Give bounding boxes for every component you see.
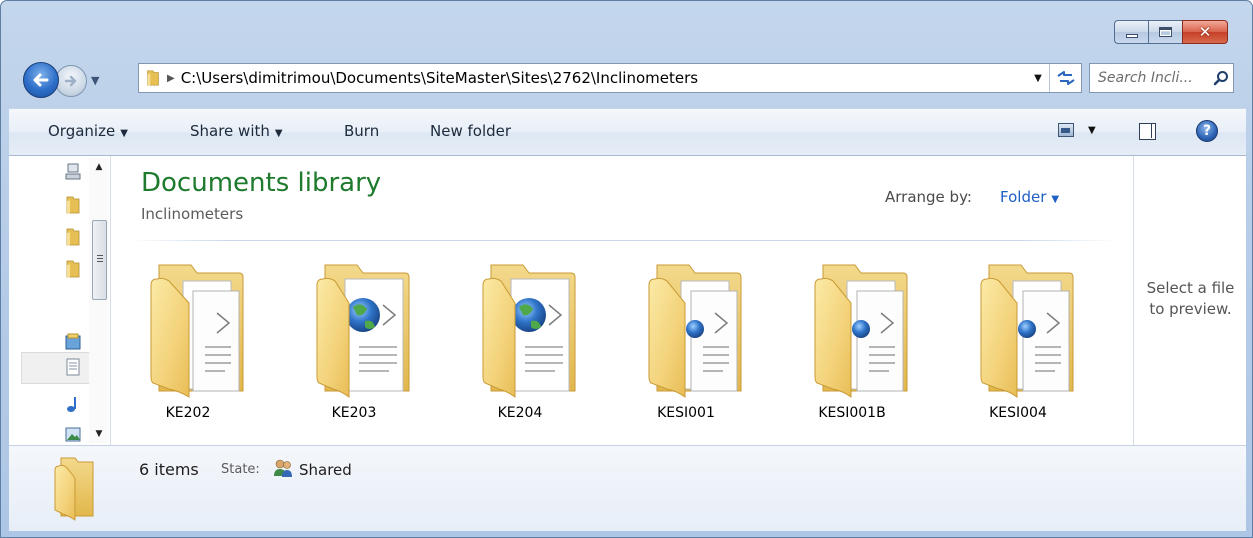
command-bar: Organize ▼ Share with ▼ Burn New folder ▼ … [9,108,1246,156]
help-icon[interactable]: ? [1196,120,1218,142]
folder-documents-icon [943,251,1093,401]
close-button[interactable]: ✕ [1182,20,1228,44]
folder-icon [145,69,161,87]
preview-pane: Select a file to preview. [1133,156,1246,445]
folder-documents-icon [113,251,263,401]
music-icon[interactable] [65,394,81,414]
chevron-down-icon: ▼ [1051,194,1060,205]
maximize-button[interactable] [1148,20,1182,44]
minimize-icon [1125,34,1138,38]
item-count: 6 items [139,460,199,479]
arrow-left-icon [33,73,49,87]
folder-item-ke204[interactable]: KE204 [445,251,595,431]
computer-icon[interactable] [65,162,81,182]
folder-label: KE203 [331,405,377,421]
search-input[interactable] [1090,70,1209,86]
views-icon [1058,123,1074,137]
library-title: Documents library [141,168,382,198]
chevron-down-icon: ▼ [274,128,283,139]
organize-label: Organize [48,122,116,140]
folder-documents-icon [611,251,761,401]
folder-label: KE202 [165,405,211,421]
library-subtitle: Inclinometers [141,205,244,223]
burn-button[interactable]: Burn [344,122,379,140]
preview-message-line-2: to preview. [1149,300,1232,318]
folder-label: KESI004 [989,405,1047,421]
back-button[interactable] [23,62,59,98]
folder-icon[interactable] [65,259,81,279]
arrange-by-value: Folder [1000,188,1047,206]
divider [129,240,1119,241]
chevron-down-icon[interactable]: ▼ [1088,125,1096,136]
folder-item-ke202[interactable]: KE202 [113,251,263,431]
explorer-window: ✕ ▼ ▶ C:\Users\dimitrimou\Documents\Site… [0,0,1253,538]
libraries-icon[interactable] [65,332,81,352]
preview-message-line-1: Select a file [1146,279,1235,297]
documents-icon[interactable] [65,357,81,377]
minimize-button[interactable] [1114,20,1148,44]
address-bar[interactable]: ▶ C:\Users\dimitrimou\Documents\SiteMast… [138,63,1082,93]
forward-button[interactable] [55,65,87,97]
preview-pane-icon[interactable] [1139,123,1156,140]
navigation-buttons: ▼ [23,60,135,100]
address-history-dropdown[interactable]: ▼ [1027,73,1049,84]
refresh-icon [1056,71,1075,85]
chevron-down-icon[interactable]: ▼ [91,74,99,87]
arrange-by-dropdown[interactable]: Folder ▼ [1000,188,1059,206]
folder-label: KESI001B [818,405,886,421]
share-with-label: Share with [190,122,270,140]
scroll-thumb[interactable] [92,220,107,300]
folder-item-kesi001[interactable]: KESI001 [611,251,761,431]
folder-item-ke203[interactable]: KE203 [279,251,429,431]
chevron-down-icon: ▼ [120,128,128,139]
close-icon: ✕ [1198,23,1212,41]
folder-item-kesi004[interactable]: KESI004 [943,251,1093,431]
navigation-pane: ▲ ▼ [9,156,111,445]
organize-button[interactable]: Organize ▼ [48,122,128,140]
address-path[interactable]: C:\Users\dimitrimou\Documents\SiteMaster… [181,69,1027,87]
folder-documents-icon [777,251,927,401]
folder-label: KE204 [497,405,543,421]
folder-icon [54,457,94,521]
folder-web-icon [445,251,595,401]
grip-icon [97,255,103,262]
details-pane: 6 items State: Shared [9,445,1246,531]
caption-buttons: ✕ [1114,20,1228,44]
preview-message: Select a file to preview. [1134,278,1247,320]
shared-users-icon [274,459,292,477]
share-with-button[interactable]: Share with ▼ [190,122,283,140]
arrange-by-label: Arrange by: [885,188,972,206]
search-icon[interactable] [1209,70,1233,86]
change-view-button[interactable]: ▼ [1058,123,1096,137]
new-folder-button[interactable]: New folder [430,122,511,140]
folder-icon[interactable] [65,195,81,215]
pictures-icon[interactable] [65,424,81,444]
scroll-up-icon[interactable]: ▲ [89,158,109,176]
folder-label: KESI001 [657,405,715,421]
state-label: State: [221,462,260,477]
arrow-right-icon [64,75,77,87]
scroll-down-icon[interactable]: ▼ [89,425,109,443]
refresh-button[interactable] [1049,64,1081,92]
maximize-icon [1159,27,1172,37]
breadcrumb-separator[interactable]: ▶ [167,73,175,84]
folder-item-kesi001b[interactable]: KESI001B [777,251,927,431]
content-pane: Documents library Inclinometers Arrange … [111,156,1133,445]
nav-scrollbar[interactable]: ▲ ▼ [89,158,109,443]
state-value: Shared [299,461,352,479]
search-box [1089,63,1234,93]
folder-icon[interactable] [65,227,81,247]
folder-web-icon [279,251,429,401]
